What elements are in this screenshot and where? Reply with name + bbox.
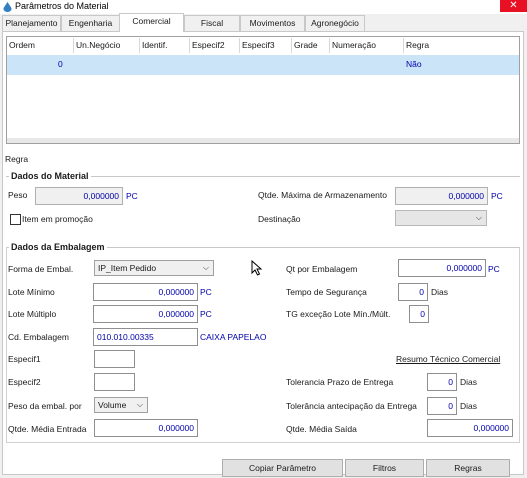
destinacao-label: Destinação bbox=[258, 214, 301, 224]
tab-agronegocio[interactable]: Agronegócio bbox=[305, 15, 365, 31]
tab-label: Fiscal bbox=[200, 18, 224, 28]
tab-engenharia[interactable]: Engenharia bbox=[61, 15, 120, 31]
title-bar: Parâmetros do Material ✕ bbox=[0, 0, 527, 14]
embalagem-frame bbox=[6, 247, 520, 443]
cell-ordem: 0 bbox=[58, 59, 63, 69]
column-header-identif[interactable]: Identif. bbox=[140, 38, 190, 53]
copiar-parametro-button[interactable]: Copiar Parâmetro bbox=[222, 459, 343, 477]
regra-label: Regra bbox=[5, 154, 29, 164]
column-header-grade[interactable]: Grade bbox=[292, 38, 330, 53]
chevron-down-icon: ⌵ bbox=[475, 213, 482, 222]
section-dados-material: Dados do Material bbox=[9, 171, 91, 181]
destinacao-select[interactable]: ⌵ bbox=[395, 210, 487, 226]
item-promocao-label: Item em promoção bbox=[22, 214, 93, 224]
tab-label: Planejamento bbox=[5, 18, 58, 28]
filtros-button[interactable]: Filtros bbox=[345, 459, 424, 477]
column-header-un-negocio[interactable]: Un.Negócio bbox=[74, 38, 140, 53]
tab-label: Engenharia bbox=[68, 18, 113, 28]
peso-unit: PC bbox=[126, 191, 138, 201]
peso-label: Peso bbox=[8, 190, 28, 200]
close-button[interactable]: ✕ bbox=[500, 0, 527, 12]
tab-label: Agronegócio bbox=[311, 18, 359, 28]
item-promocao-checkbox[interactable] bbox=[10, 214, 21, 225]
grid-scrollbar-area[interactable] bbox=[7, 138, 519, 143]
regras-button[interactable]: Regras bbox=[426, 459, 510, 477]
tab-label: Movimentos bbox=[249, 18, 296, 28]
tab-movimentos[interactable]: Movimentos bbox=[240, 15, 305, 31]
column-header-especif2[interactable]: Especif2 bbox=[190, 38, 240, 53]
qtde-max-input[interactable]: 0,000000 bbox=[395, 187, 488, 205]
tab-fiscal[interactable]: Fiscal bbox=[184, 15, 240, 31]
table-row[interactable] bbox=[7, 55, 519, 75]
tab-planejamento[interactable]: Planejamento bbox=[2, 15, 61, 31]
close-icon: ✕ bbox=[509, 0, 518, 11]
column-header-regra[interactable]: Regra bbox=[404, 38, 464, 53]
column-header-especif3[interactable]: Especif3 bbox=[240, 38, 292, 53]
column-header-numeracao[interactable]: Numeração bbox=[330, 38, 404, 53]
tab-label: Comercial bbox=[132, 16, 171, 26]
peso-input[interactable]: 0,000000 bbox=[35, 187, 123, 205]
cell-regra: Não bbox=[406, 59, 422, 69]
column-header-ordem[interactable]: Ordem bbox=[7, 38, 74, 53]
qtde-max-label: Qtde. Máxima de Armazenamento bbox=[258, 190, 387, 200]
app-drop-icon bbox=[3, 2, 12, 12]
tab-comercial[interactable]: Comercial bbox=[119, 13, 184, 32]
window-title: Parâmetros do Material bbox=[15, 1, 109, 11]
qtde-max-unit: PC bbox=[491, 191, 503, 201]
